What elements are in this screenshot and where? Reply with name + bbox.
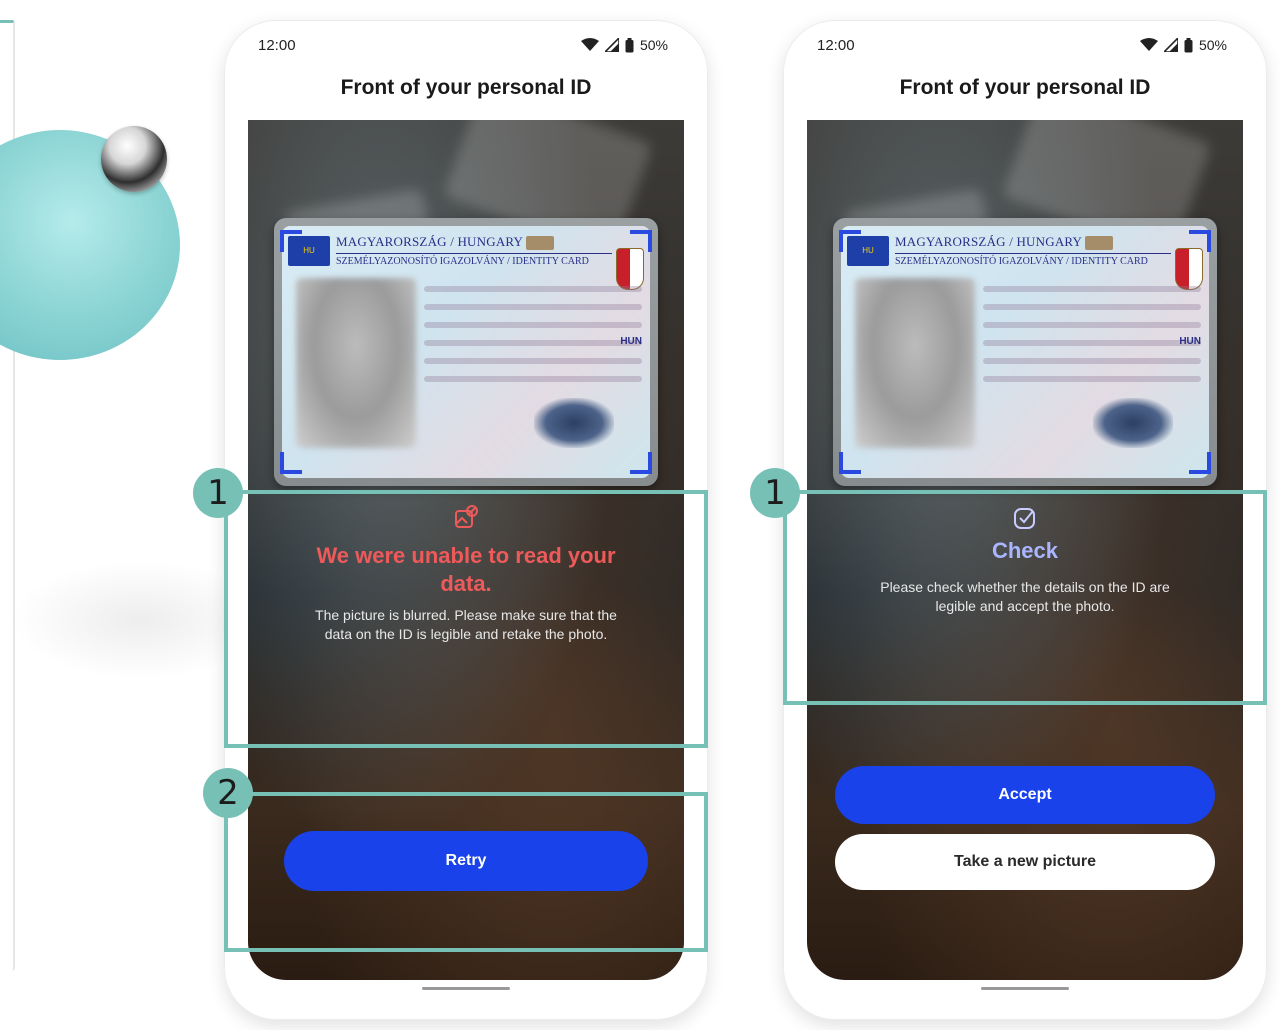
signal-icon — [604, 38, 619, 52]
id-card-document-type: SZEMÉLYAZONOSÍTÓ IGAZOLVÁNY / IDENTITY C… — [336, 253, 612, 267]
hungary-map-icon — [1093, 398, 1173, 448]
page-title: Front of your personal ID — [899, 76, 1151, 99]
frame-corner — [280, 452, 302, 474]
annotation-box-message-a — [224, 490, 708, 748]
frame-corner — [630, 452, 652, 474]
home-indicator[interactable] — [981, 987, 1069, 990]
battery-icon — [625, 37, 634, 52]
id-card-image: HU MAGYARORSZÁG / HUNGARY SZEMÉLYAZONOSÍ… — [833, 218, 1217, 486]
id-card-country: MAGYARORSZÁG / HUNGARY — [336, 234, 524, 249]
annotation-box-message-b — [783, 490, 1267, 705]
hungary-map-icon — [534, 398, 614, 448]
annotation-badge: 2 — [203, 768, 253, 818]
battery-level: 50% — [639, 37, 668, 53]
wifi-icon — [1139, 38, 1158, 51]
status-time: 12:00 — [817, 36, 855, 54]
blurred-photo — [855, 278, 975, 448]
home-indicator[interactable] — [422, 987, 510, 990]
signal-icon — [1163, 38, 1178, 52]
coat-of-arms-icon — [1175, 248, 1203, 290]
annotation-badge: 1 — [750, 468, 800, 518]
frame-corner — [1189, 452, 1211, 474]
status-bar: 12:00 50% — [258, 34, 668, 56]
wifi-icon — [580, 38, 599, 51]
page-title: Front of your personal ID — [340, 76, 592, 99]
take-new-picture-button[interactable]: Take a new picture — [835, 834, 1215, 890]
eu-flag-icon: HU — [288, 236, 330, 266]
card-chip-icon — [1085, 236, 1113, 250]
accept-button[interactable]: Accept — [835, 766, 1215, 824]
id-card-document-type: SZEMÉLYAZONOSÍTÓ IGAZOLVÁNY / IDENTITY C… — [895, 253, 1171, 267]
decorative-steel-sphere — [101, 126, 167, 192]
coat-of-arms-icon — [616, 248, 644, 290]
annotation-badge: 1 — [193, 468, 243, 518]
id-card-image: HU MAGYARORSZÁG / HUNGARY SZEMÉLYAZONOSÍ… — [274, 218, 658, 486]
battery-level: 50% — [1198, 37, 1227, 53]
status-bar: 12:00 50% — [817, 34, 1227, 56]
annotation-box-button-a — [224, 792, 708, 952]
id-card-country: MAGYARORSZÁG / HUNGARY — [895, 234, 1083, 249]
battery-icon — [1184, 37, 1193, 52]
frame-corner — [839, 452, 861, 474]
status-time: 12:00 — [258, 36, 296, 54]
id-card-nationality: HUN — [1179, 336, 1201, 347]
blurred-photo — [296, 278, 416, 448]
card-chip-icon — [526, 236, 554, 250]
eu-flag-icon: HU — [847, 236, 889, 266]
id-card-nationality: HUN — [620, 336, 642, 347]
